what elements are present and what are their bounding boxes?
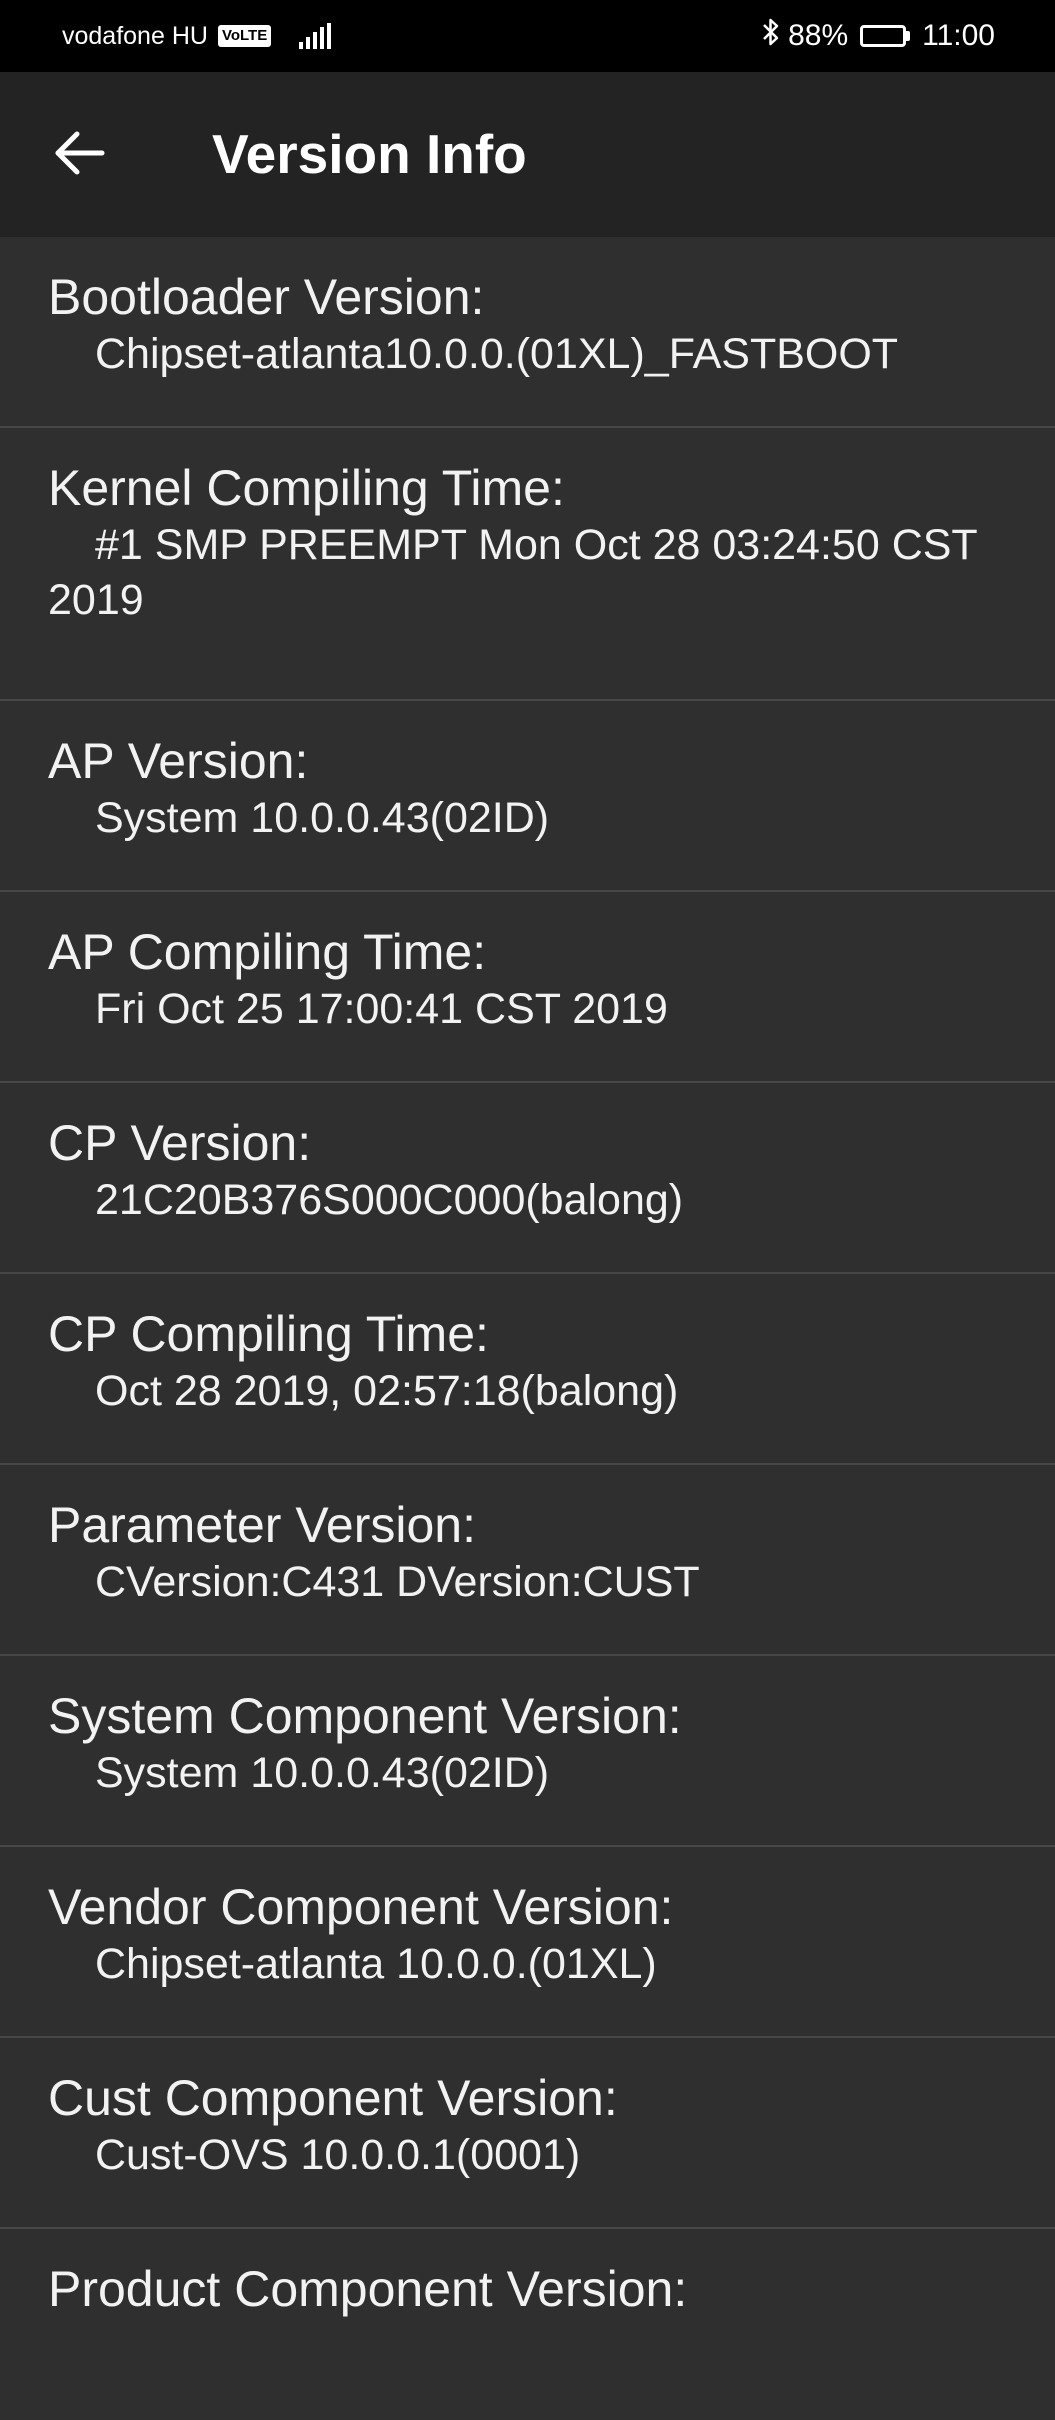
page-title: Version Info (212, 123, 527, 185)
clock: 11:00 (922, 19, 995, 52)
list-item-ap-compiling-time: AP Compiling Time: Fri Oct 25 17:00:41 C… (0, 892, 1055, 1083)
list-item-cp-version: CP Version: 21C20B376S000C000(balong) (0, 1083, 1055, 1274)
item-label: CP Compiling Time: (48, 1306, 489, 1362)
item-label: Product Component Version: (48, 2261, 688, 2317)
item-label: Bootloader Version: (48, 269, 485, 325)
list-item-product-component-version: Product Component Version: (0, 2229, 1055, 2420)
item-label: CP Version: (48, 1115, 312, 1171)
carrier-name: vodafone HU (62, 21, 208, 50)
item-label: Parameter Version: (48, 1497, 476, 1553)
status-bar: vodafone HU VoLTE 88% 11:00 (0, 0, 1055, 72)
item-value: Chipset-atlanta 10.0.0.(01XL) (95, 1940, 657, 1988)
item-value: CVersion:C431 DVersion:CUST (95, 1558, 700, 1606)
battery-icon (860, 25, 911, 47)
item-value: Chipset-atlanta10.0.0.(01XL)_FASTBOOT (95, 330, 899, 378)
bluetooth-icon (762, 17, 780, 55)
item-value: Cust-OVS 10.0.0.1(0001) (95, 2131, 581, 2179)
version-info-list: Bootloader Version: Chipset-atlanta10.0.… (0, 237, 1055, 2420)
list-item-kernel-compiling-time: Kernel Compiling Time: #1 SMP PREEMPT Mo… (0, 428, 1055, 701)
list-item-ap-version: AP Version: System 10.0.0.43(02ID) (0, 701, 1055, 892)
battery-percent: 88% (788, 19, 849, 52)
app-bar: Version Info (0, 72, 1055, 237)
list-item-system-component-version: System Component Version: System 10.0.0.… (0, 1656, 1055, 1847)
volte-badge-icon: VoLTE (217, 25, 272, 47)
status-right: 88% 11:00 (762, 0, 995, 72)
status-left: vodafone HU VoLTE (62, 0, 332, 72)
item-value: 21C20B376S000C000(balong) (95, 1176, 684, 1224)
item-value: System 10.0.0.43(02ID) (95, 1749, 550, 1797)
item-label: Kernel Compiling Time: (48, 460, 565, 516)
arrow-left-icon (54, 131, 106, 180)
item-value: Oct 28 2019, 02:57:18(balong) (95, 1367, 679, 1415)
item-label: Cust Component Version: (48, 2070, 618, 2126)
list-item-bootloader-version: Bootloader Version: Chipset-atlanta10.0.… (0, 237, 1055, 428)
item-label: AP Compiling Time: (48, 924, 487, 980)
signal-icon (299, 23, 332, 49)
list-item-cp-compiling-time: CP Compiling Time: Oct 28 2019, 02:57:18… (0, 1274, 1055, 1465)
list-item-cust-component-version: Cust Component Version: Cust-OVS 10.0.0.… (0, 2038, 1055, 2229)
item-label: System Component Version: (48, 1688, 682, 1744)
list-item-parameter-version: Parameter Version: CVersion:C431 DVersio… (0, 1465, 1055, 1656)
item-value: System 10.0.0.43(02ID) (95, 794, 550, 842)
item-value: #1 SMP PREEMPT Mon Oct 28 03:24:50 CST 2… (48, 521, 977, 624)
item-label: Vendor Component Version: (48, 1879, 674, 1935)
item-label: AP Version: (48, 733, 309, 789)
item-value: Fri Oct 25 17:00:41 CST 2019 (95, 985, 668, 1033)
back-button[interactable] (40, 115, 120, 195)
list-item-vendor-component-version: Vendor Component Version: Chipset-atlant… (0, 1847, 1055, 2038)
